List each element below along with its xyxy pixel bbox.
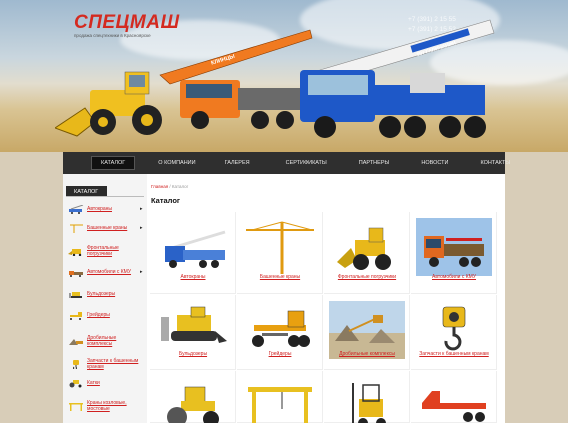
- nav-item-about[interactable]: О КОМПАНИИ: [149, 152, 204, 174]
- submenu-arrow-icon: ▸: [140, 206, 143, 212]
- sidebar-item-bulldozers[interactable]: Бульдозеры: [68, 284, 146, 304]
- lowbed-trailer-icon: [422, 391, 486, 422]
- breadcrumb-current: Каталог: [171, 184, 189, 189]
- sidebar-item-label: Автокраны: [87, 206, 112, 212]
- submenu-arrow-icon: ▸: [140, 225, 143, 231]
- tower-crane-icon: [246, 221, 314, 274]
- sidebar-item-tower-crane-parts[interactable]: Запчасти к башенным кранам: [68, 354, 146, 374]
- nav-item-contacts[interactable]: КОНТАКТЫ: [465, 152, 527, 174]
- crushing-plant-icon: [69, 338, 83, 345]
- sidebar-item-front-loaders[interactable]: Фронтальные погрузчики: [68, 241, 146, 261]
- catalog-card-forklifts[interactable]: [324, 371, 410, 423]
- gantry-crane-icon: [69, 402, 83, 411]
- sidebar-item-label: Краны козловые, мостовые: [87, 400, 127, 412]
- catalog-card-label[interactable]: Башенные краны: [237, 274, 323, 280]
- catalog-card-graders[interactable]: Грейдеры: [237, 295, 323, 370]
- front-loader-icon: [68, 248, 82, 256]
- catalog-card-label[interactable]: Грейдеры: [237, 351, 323, 357]
- catalog-card-label[interactable]: Автокраны: [150, 274, 236, 280]
- crane-hook-icon: [73, 359, 79, 369]
- header-banner: СПЕЦМАШ продажа спецтехники в Красноярск…: [0, 0, 568, 152]
- front-loader-icon: [337, 227, 391, 270]
- sidebar-item-truck-cranes[interactable]: Автокраны ▸: [68, 199, 146, 219]
- grader-icon: [70, 311, 82, 320]
- catalog-card-front-loaders[interactable]: Фронтальные погрузчики: [324, 212, 410, 294]
- sidebar-item-label: Грейдеры: [87, 312, 110, 318]
- catalog-card-gantry-cranes[interactable]: [237, 371, 323, 423]
- nav-item-gallery[interactable]: ГАЛЕРЕЯ: [205, 152, 270, 174]
- sidebar-item-label: Катки: [87, 380, 100, 386]
- sidebar-item-gantry-cranes[interactable]: Краны козловые, мостовые: [68, 396, 146, 416]
- sidebar-item-tower-cranes[interactable]: Башенные краны ▸: [68, 218, 146, 238]
- sidebar-item-label: Автомобили с КМУ: [87, 269, 132, 275]
- catalog-card-label[interactable]: Дробильные комплексы: [324, 351, 410, 357]
- sidebar-item-crushing-plants[interactable]: Дробильные комплексы: [68, 331, 146, 351]
- sidebar-item-label: Запчасти к башенным кранам: [87, 358, 139, 370]
- catalog-card-label[interactable]: Запчасти к башенным кранам: [411, 351, 497, 357]
- forklift-icon: [352, 383, 386, 423]
- gantry-crane-icon: [248, 387, 312, 423]
- catalog-card-rollers[interactable]: [150, 371, 236, 423]
- catalog-card-label[interactable]: Фронтальные погрузчики: [324, 274, 410, 280]
- catalog-card-bulldozers[interactable]: Бульдозеры: [150, 295, 236, 370]
- site-tagline: продажа спецтехники в Красноярске: [74, 33, 151, 38]
- nav-item-news[interactable]: НОВОСТИ: [405, 152, 464, 174]
- sidebar-divider: [66, 196, 144, 197]
- sidebar-item-label: Фронтальные погрузчики: [87, 245, 119, 257]
- road-roller-icon: [69, 379, 82, 387]
- sidebar-item-rollers[interactable]: Катки: [68, 373, 146, 393]
- sidebar-item-label: Дробильные комплексы: [87, 335, 117, 347]
- breadcrumb: Главная / Каталог: [151, 184, 188, 189]
- catalog-card-tower-crane-parts[interactable]: Запчасти к башенным кранам: [411, 295, 497, 370]
- sidebar-item-label: Башенные краны: [87, 225, 128, 231]
- tower-crane-icon: [70, 224, 83, 233]
- nav-item-partners[interactable]: ПАРТНЕРЫ: [343, 152, 406, 174]
- submenu-arrow-icon: ▸: [140, 269, 143, 275]
- truck-crane-icon: [164, 230, 226, 268]
- kmu-truck-icon: [69, 270, 83, 277]
- sidebar-item-graders[interactable]: Грейдеры: [68, 305, 146, 325]
- breadcrumb-home-link[interactable]: Главная: [151, 184, 168, 189]
- blue-crane-truck-illustration: 50т ГАЛИЧАНИН: [300, 19, 495, 138]
- catalog-card-kmu-trucks[interactable]: Автомобили с КМУ: [411, 212, 497, 294]
- catalog-card-tower-cranes[interactable]: Башенные краны: [237, 212, 323, 294]
- nav-item-certificates[interactable]: СЕРТИФИКАТЫ: [270, 152, 343, 174]
- sidebar-item-label: Бульдозеры: [87, 291, 116, 297]
- catalog-card-truck-cranes[interactable]: Автокраны: [150, 212, 236, 294]
- catalog-card-label[interactable]: Автомобили с КМУ: [411, 274, 497, 280]
- truck-crane-icon: [69, 204, 84, 214]
- kmu-truck-icon: [416, 218, 492, 276]
- catalog-card-crushing-plants[interactable]: Дробильные комплексы: [324, 295, 410, 370]
- sidebar-item-kmu-trucks[interactable]: Автомобили с КМУ ▸: [68, 262, 146, 282]
- catalog-card-lowbed-trailers[interactable]: [411, 371, 497, 423]
- road-roller-icon: [167, 386, 219, 423]
- page-title: Каталог: [151, 196, 181, 205]
- catalog-sidebar: КАТАЛОГ Автокраны ▸ Башенные краны ▸ Фро…: [63, 174, 147, 423]
- catalog-card-label[interactable]: Бульдозеры: [150, 351, 236, 357]
- bulldozer-icon: [69, 291, 82, 298]
- main-nav: КАТАЛОГ О КОМПАНИИ ГАЛЕРЕЯ СЕРТИФИКАТЫ П…: [63, 152, 510, 174]
- nav-item-catalog[interactable]: КАТАЛОГ: [91, 156, 136, 170]
- content-area: КАТАЛОГ Автокраны ▸ Башенные краны ▸ Фро…: [63, 174, 505, 423]
